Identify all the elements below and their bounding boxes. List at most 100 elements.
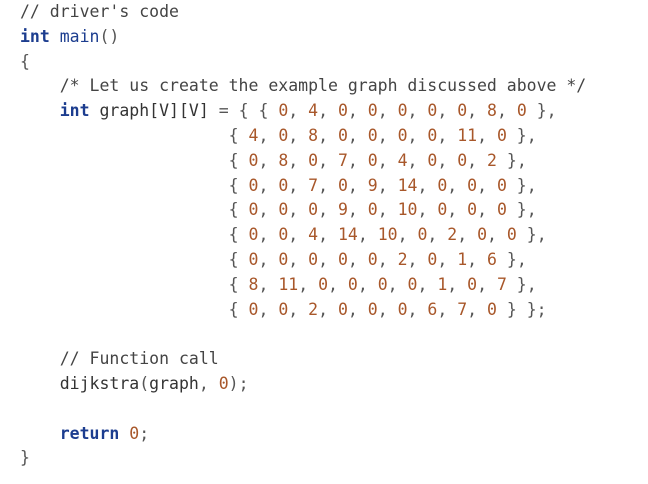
matrix-cell: 0 — [516, 101, 527, 121]
matrix-cell: 0 — [337, 101, 348, 121]
matrix-cell: 2 — [487, 150, 497, 170]
matrix-cell-separator: , — [288, 125, 309, 145]
matrix-cell-separator: , — [318, 175, 338, 195]
keyword-int: int — [20, 26, 50, 46]
matrix-cell: 0 — [278, 101, 289, 121]
matrix-cell: 0 — [278, 225, 289, 245]
matrix-cell-separator: , — [258, 150, 279, 170]
matrix-cell-separator: , — [347, 125, 368, 145]
matrix-cell: 8 — [278, 150, 289, 170]
matrix-end: }; — [526, 299, 547, 319]
matrix-cell-separator: , — [347, 175, 368, 195]
matrix-cell: 0 — [467, 175, 478, 195]
matrix-row-close-brace: } — [496, 150, 517, 170]
matrix-cell-separator: , — [258, 274, 279, 294]
matrix-cell-separator: , — [487, 225, 507, 245]
matrix-row-comma: , — [516, 150, 527, 170]
call-arg-separator: , — [198, 373, 219, 393]
matrix-cell: 14 — [337, 225, 358, 245]
matrix-cell: 0 — [278, 200, 289, 220]
code-line-10: { 0, 0, 4, 14, 10, 0, 2, 0, 0 }, — [20, 223, 586, 248]
matrix-row-close-brace: } — [496, 249, 517, 269]
matrix-cell-separator: , — [437, 101, 458, 121]
function-call-dijkstra: dijkstra — [59, 373, 140, 393]
matrix-cell: 7 — [308, 175, 319, 195]
matrix-cell-separator: , — [467, 299, 487, 319]
matrix-cell-separator: , — [318, 249, 338, 269]
matrix-cell-separator: , — [318, 299, 338, 319]
matrix-row-comma: , — [526, 200, 537, 220]
matrix-cell: 7 — [496, 274, 507, 294]
matrix-cell-separator: , — [387, 274, 408, 294]
matrix-cell: 0 — [278, 249, 289, 269]
matrix-cell-separator: , — [467, 249, 487, 269]
matrix-cell-separator: , — [288, 101, 309, 121]
matrix-cell-separator: , — [467, 150, 487, 170]
matrix-cell: 6 — [487, 249, 497, 269]
matrix-cell: 4 — [308, 225, 319, 245]
matrix-cell-separator: , — [397, 225, 418, 245]
matrix-cell: 1 — [457, 249, 468, 269]
matrix-cell: 0 — [248, 225, 259, 245]
matrix-cell-separator: , — [258, 125, 279, 145]
return-semicolon: ; — [139, 423, 150, 443]
code-line-11: { 0, 0, 0, 0, 0, 2, 0, 1, 6 }, — [20, 248, 586, 273]
matrix-cell-separator: , — [377, 101, 398, 121]
matrix-row-comma: , — [516, 249, 527, 269]
matrix-row-close-brace: } — [506, 200, 527, 220]
graph-declaration: graph[V][V] — [99, 101, 209, 121]
matrix-cell: 0 — [397, 101, 408, 121]
matrix-row-comma: , — [546, 101, 557, 121]
code-line-7: { 0, 8, 0, 7, 0, 4, 0, 0, 2 }, — [20, 149, 586, 174]
matrix-cell-separator: , — [447, 175, 468, 195]
matrix-cell: 0 — [427, 150, 438, 170]
matrix-cell: 8 — [487, 101, 497, 121]
assign-operator: = — [218, 101, 229, 121]
matrix-cell-separator: , — [328, 274, 348, 294]
matrix-cell: 0 — [278, 299, 289, 319]
matrix-row-open-brace: { — [228, 225, 249, 245]
matrix-cell-separator: , — [318, 150, 338, 170]
code-line-6: { 4, 0, 8, 0, 0, 0, 0, 11, 0 }, — [20, 124, 586, 149]
matrix-cell-separator: , — [407, 125, 428, 145]
matrix-cell-separator: , — [258, 175, 279, 195]
matrix-cell: 0 — [467, 274, 478, 294]
matrix-cell-separator: , — [318, 225, 338, 245]
matrix-cell-separator: , — [288, 150, 309, 170]
matrix-cell: 0 — [367, 249, 378, 269]
code-line-19: } — [20, 446, 586, 471]
matrix-cell-separator: , — [407, 150, 428, 170]
matrix-row-open-brace: { — [228, 299, 249, 319]
matrix-cell-separator: , — [357, 225, 378, 245]
matrix-cell: 0 — [367, 299, 378, 319]
matrix-cell-separator: , — [377, 200, 398, 220]
matrix-row-comma: , — [526, 125, 537, 145]
outer-open-brace: { — [238, 101, 249, 121]
matrix-cell-separator: , — [377, 150, 398, 170]
matrix-cell-separator: , — [347, 101, 368, 121]
matrix-cell: 0 — [407, 274, 418, 294]
matrix-cell-separator: , — [417, 175, 438, 195]
matrix-cell: 0 — [337, 125, 348, 145]
matrix-cell: 0 — [427, 249, 438, 269]
matrix-cell-separator: , — [288, 175, 309, 195]
matrix-cell-separator: , — [437, 249, 458, 269]
matrix-cell: 0 — [427, 101, 438, 121]
matrix-cell-separator: , — [447, 200, 468, 220]
matrix-cell: 7 — [457, 299, 468, 319]
matrix-row-close-brace: } — [506, 175, 527, 195]
matrix-cell-separator: , — [347, 200, 368, 220]
matrix-row-open-brace: { — [228, 125, 249, 145]
matrix-row-close-brace: } — [526, 101, 547, 121]
matrix-cell: 0 — [487, 299, 497, 319]
matrix-cell-separator: , — [407, 299, 428, 319]
matrix-cell: 4 — [397, 150, 408, 170]
code-line-1: // driver's code — [20, 0, 586, 25]
matrix-cell: 0 — [457, 101, 468, 121]
matrix-cell: 9 — [337, 200, 348, 220]
matrix-cell: 1 — [437, 274, 448, 294]
matrix-cell-separator: , — [318, 125, 338, 145]
matrix-cell: 14 — [397, 175, 418, 195]
code-block: // driver's code int main(){ /* Let us cr… — [20, 0, 586, 471]
